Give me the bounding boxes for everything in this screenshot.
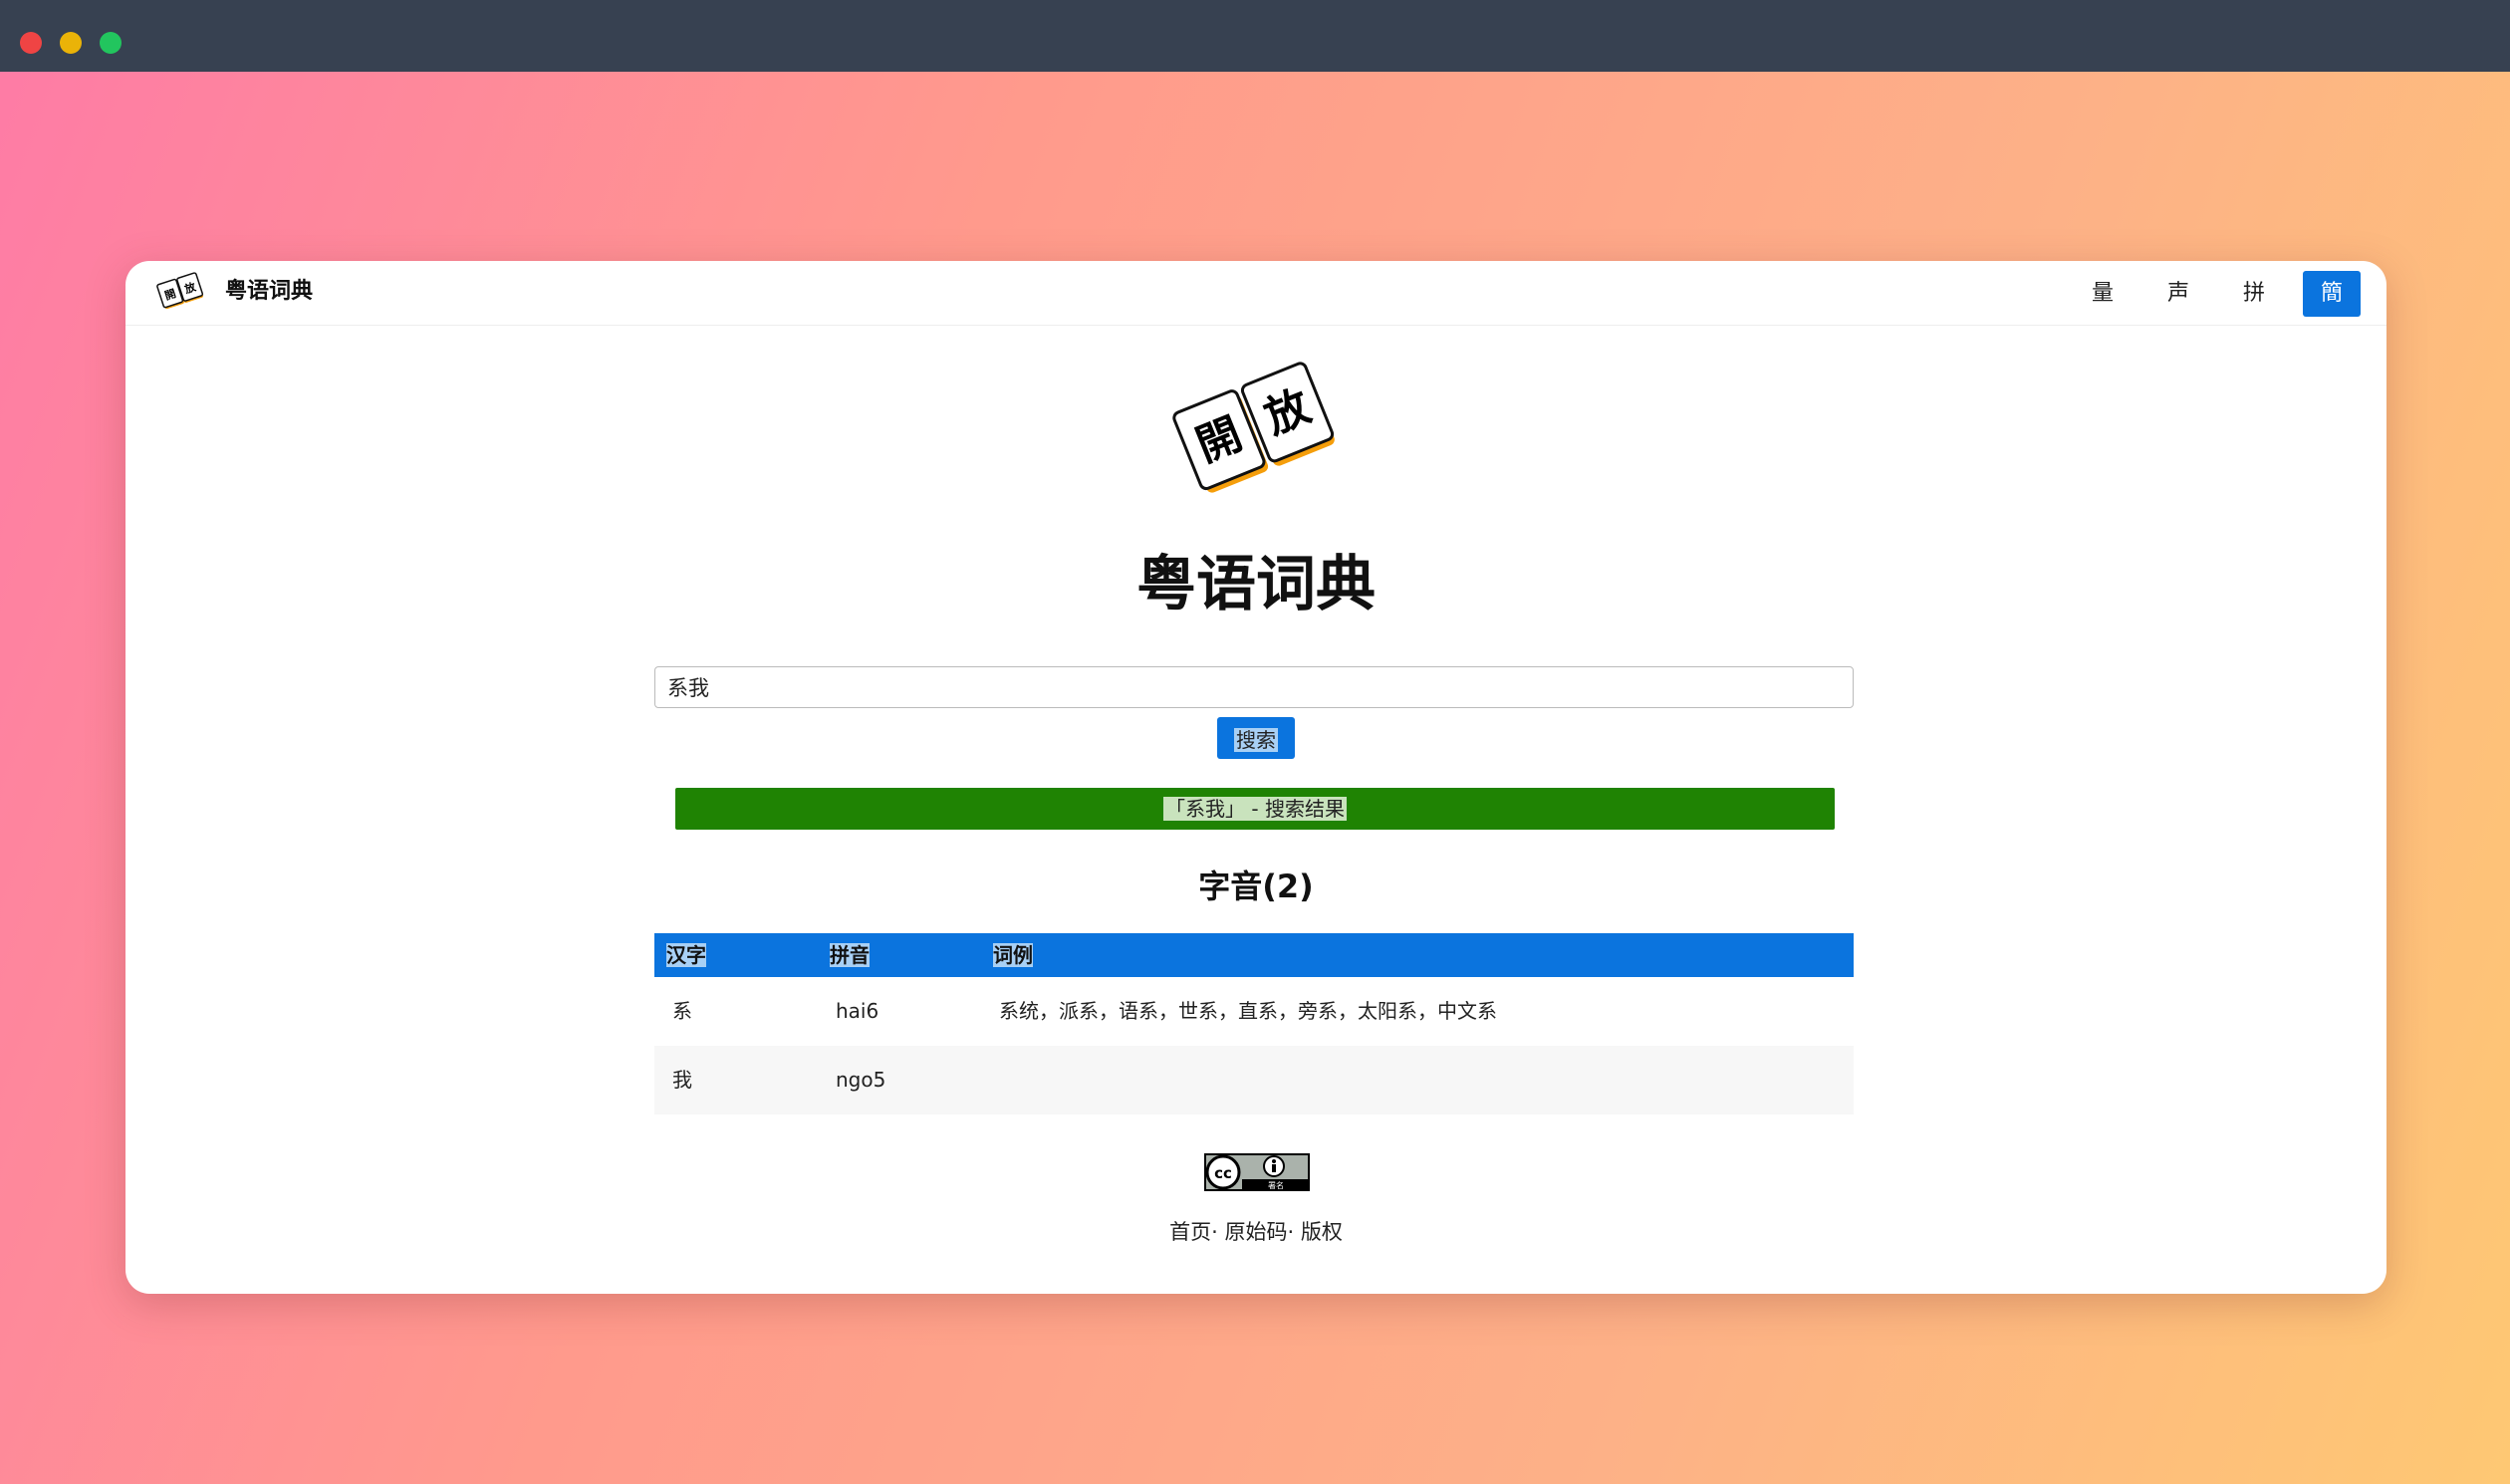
- license-label: 署名: [1268, 1180, 1284, 1190]
- footer-links[interactable]: 首页· 原始码· 版权: [126, 1217, 2386, 1247]
- nav-button-sound[interactable]: 声: [2149, 271, 2207, 317]
- table-header-cell: 拼音: [830, 943, 870, 967]
- nav-button-pinyin[interactable]: 拼: [2225, 271, 2283, 317]
- svg-text:cc: cc: [1214, 1164, 1232, 1182]
- book-logo-icon: 開 放: [1172, 362, 1335, 493]
- page-title: 粤语词典: [1136, 550, 1376, 619]
- table-header-cell: 汉字: [666, 943, 706, 967]
- table-cell-examples[interactable]: 系统，派系，语系，世系，直系，旁系，太阳系，中文系: [999, 977, 1497, 1046]
- table-row: 我 ngo5: [654, 1046, 1854, 1114]
- book-logo-icon[interactable]: 開 放: [155, 269, 207, 317]
- search-input[interactable]: [654, 666, 1854, 708]
- nav-button-simplified[interactable]: 簡: [2303, 271, 2361, 317]
- navbar: 開 放 粤语词典 量 声 拼 簡: [126, 261, 2386, 326]
- cc-by-icon[interactable]: cc 署名: [1204, 1153, 1310, 1191]
- table-row: 系 hai6 系统，派系，语系，世系，直系，旁系，太阳系，中文系: [654, 977, 1854, 1046]
- table-header-cell: 词例: [993, 943, 1033, 967]
- close-window-button[interactable]: [20, 32, 42, 54]
- result-banner: 「系我」 - 搜索结果: [675, 788, 1835, 830]
- table-header: 汉字 拼音 词例: [654, 933, 1854, 977]
- table-cell-char[interactable]: 我: [672, 1046, 692, 1114]
- nav-button-measure[interactable]: 量: [2074, 271, 2132, 317]
- search-button[interactable]: 搜索: [1217, 717, 1295, 759]
- maximize-window-button[interactable]: [100, 32, 122, 54]
- table-cell-pinyin: hai6: [836, 999, 879, 1023]
- section-title: 字音(2): [1198, 867, 1314, 905]
- table-cell-pinyin: ngo5: [836, 1068, 886, 1092]
- browser-window: 開 放 粤语词典 量 声 拼 簡 開 放 粤语词典 搜索 「系我」 - 搜索结果…: [126, 261, 2386, 1294]
- search-button-label: 搜索: [1234, 727, 1278, 752]
- minimize-window-button[interactable]: [60, 32, 82, 54]
- pronunciation-table: 汉字 拼音 词例 系 hai6 系统，派系，语系，世系，直系，旁系，太阳系，中文…: [654, 933, 1854, 1114]
- result-banner-text: 「系我」 - 搜索结果: [1163, 797, 1347, 821]
- nav-brand[interactable]: 粤语词典: [225, 277, 313, 307]
- window-titlebar: [0, 0, 2510, 72]
- table-cell-char[interactable]: 系: [672, 977, 692, 1046]
